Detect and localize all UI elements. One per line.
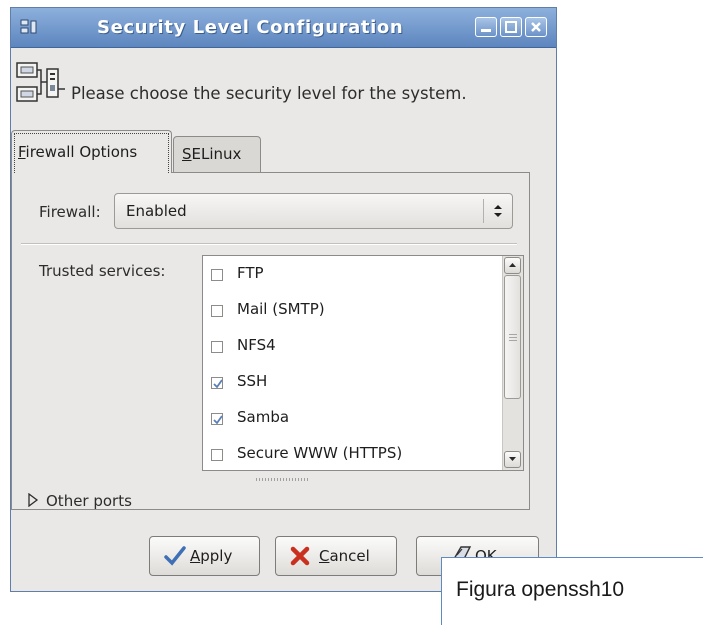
tab-selinux-mnemonic: S [182,145,192,163]
scroll-down-button[interactable] [504,451,521,468]
minimize-button[interactable] [475,17,497,37]
list-item-label: FTP [237,264,264,282]
firewall-select[interactable]: Enabled [114,193,513,229]
network-computers-icon [16,62,65,102]
list-item-label: Mail (SMTP) [237,300,325,318]
combo-separator [483,199,484,223]
trusted-services-list[interactable]: FTP Mail (SMTP) NFS4 SSH Samba Secure WW… [202,255,524,471]
separator [21,243,517,245]
scroll-up-button[interactable] [504,257,521,274]
list-item-label: Secure WWW (HTTPS) [237,444,403,462]
cancel-mnemonic: C [319,547,330,565]
window-title: Security Level Configuration [97,17,404,38]
figure-caption: Figura openssh10 [456,578,625,601]
checkmark-icon [213,415,223,425]
apply-mnemonic: A [190,547,201,565]
firewall-label: Firewall: [39,203,101,221]
maximize-icon [505,21,517,33]
updown-arrow-icon [494,205,502,217]
close-button[interactable] [525,17,547,37]
grip-line [509,337,517,338]
pane-resize-grip[interactable] [256,478,310,481]
checkbox-secure-www[interactable] [211,449,223,461]
list-item-label: Samba [237,408,290,426]
close-icon [531,22,541,32]
grip-line [509,334,517,335]
scroll-thumb[interactable] [504,275,521,399]
checkbox-ftp[interactable] [211,269,223,281]
title-bar[interactable]: Security Level Configuration [11,8,556,48]
arrow-up-icon [509,263,516,267]
x-icon [290,546,310,566]
checkbox-ssh[interactable] [211,377,223,389]
tab-firewall-label: irewall Options [25,143,138,161]
checkbox-mail-smtp[interactable] [211,305,223,317]
minimize-icon [481,29,491,32]
arrow-down-icon [509,457,516,461]
checkbox-nfs4[interactable] [211,341,223,353]
maximize-button[interactable] [500,17,522,37]
checkmark-icon [213,379,223,389]
caption-border-left [441,557,442,625]
tab-selinux[interactable]: SELinux [173,136,261,173]
caption-border-top [441,557,703,558]
vertical-scrollbar[interactable] [502,256,523,470]
tab-firewall-options[interactable]: Firewall Options [11,130,172,173]
list-item-label: SSH [237,372,268,390]
list-item-label: NFS4 [237,336,276,354]
triangle-right-icon[interactable] [27,493,39,507]
cancel-button[interactable]: Cancel [275,536,397,576]
apply-label: pply [200,547,233,565]
tab-selinux-label: ELinux [191,145,242,163]
cancel-label: ancel [329,547,370,565]
figure-caption-box: Figura openssh10 [442,558,703,625]
tab-firewall-mnemonic: F [18,143,26,161]
header-text: Please choose the security level for the… [71,84,467,103]
checkmark-icon [164,546,186,566]
grip-line [509,340,517,341]
system-window-icon[interactable] [20,18,38,36]
other-ports-expander[interactable]: Other ports [46,492,132,510]
trusted-services-label: Trusted services: [39,262,166,280]
checkbox-samba[interactable] [211,413,223,425]
firewall-value: Enabled [126,202,187,220]
apply-button[interactable]: Apply [149,536,260,576]
